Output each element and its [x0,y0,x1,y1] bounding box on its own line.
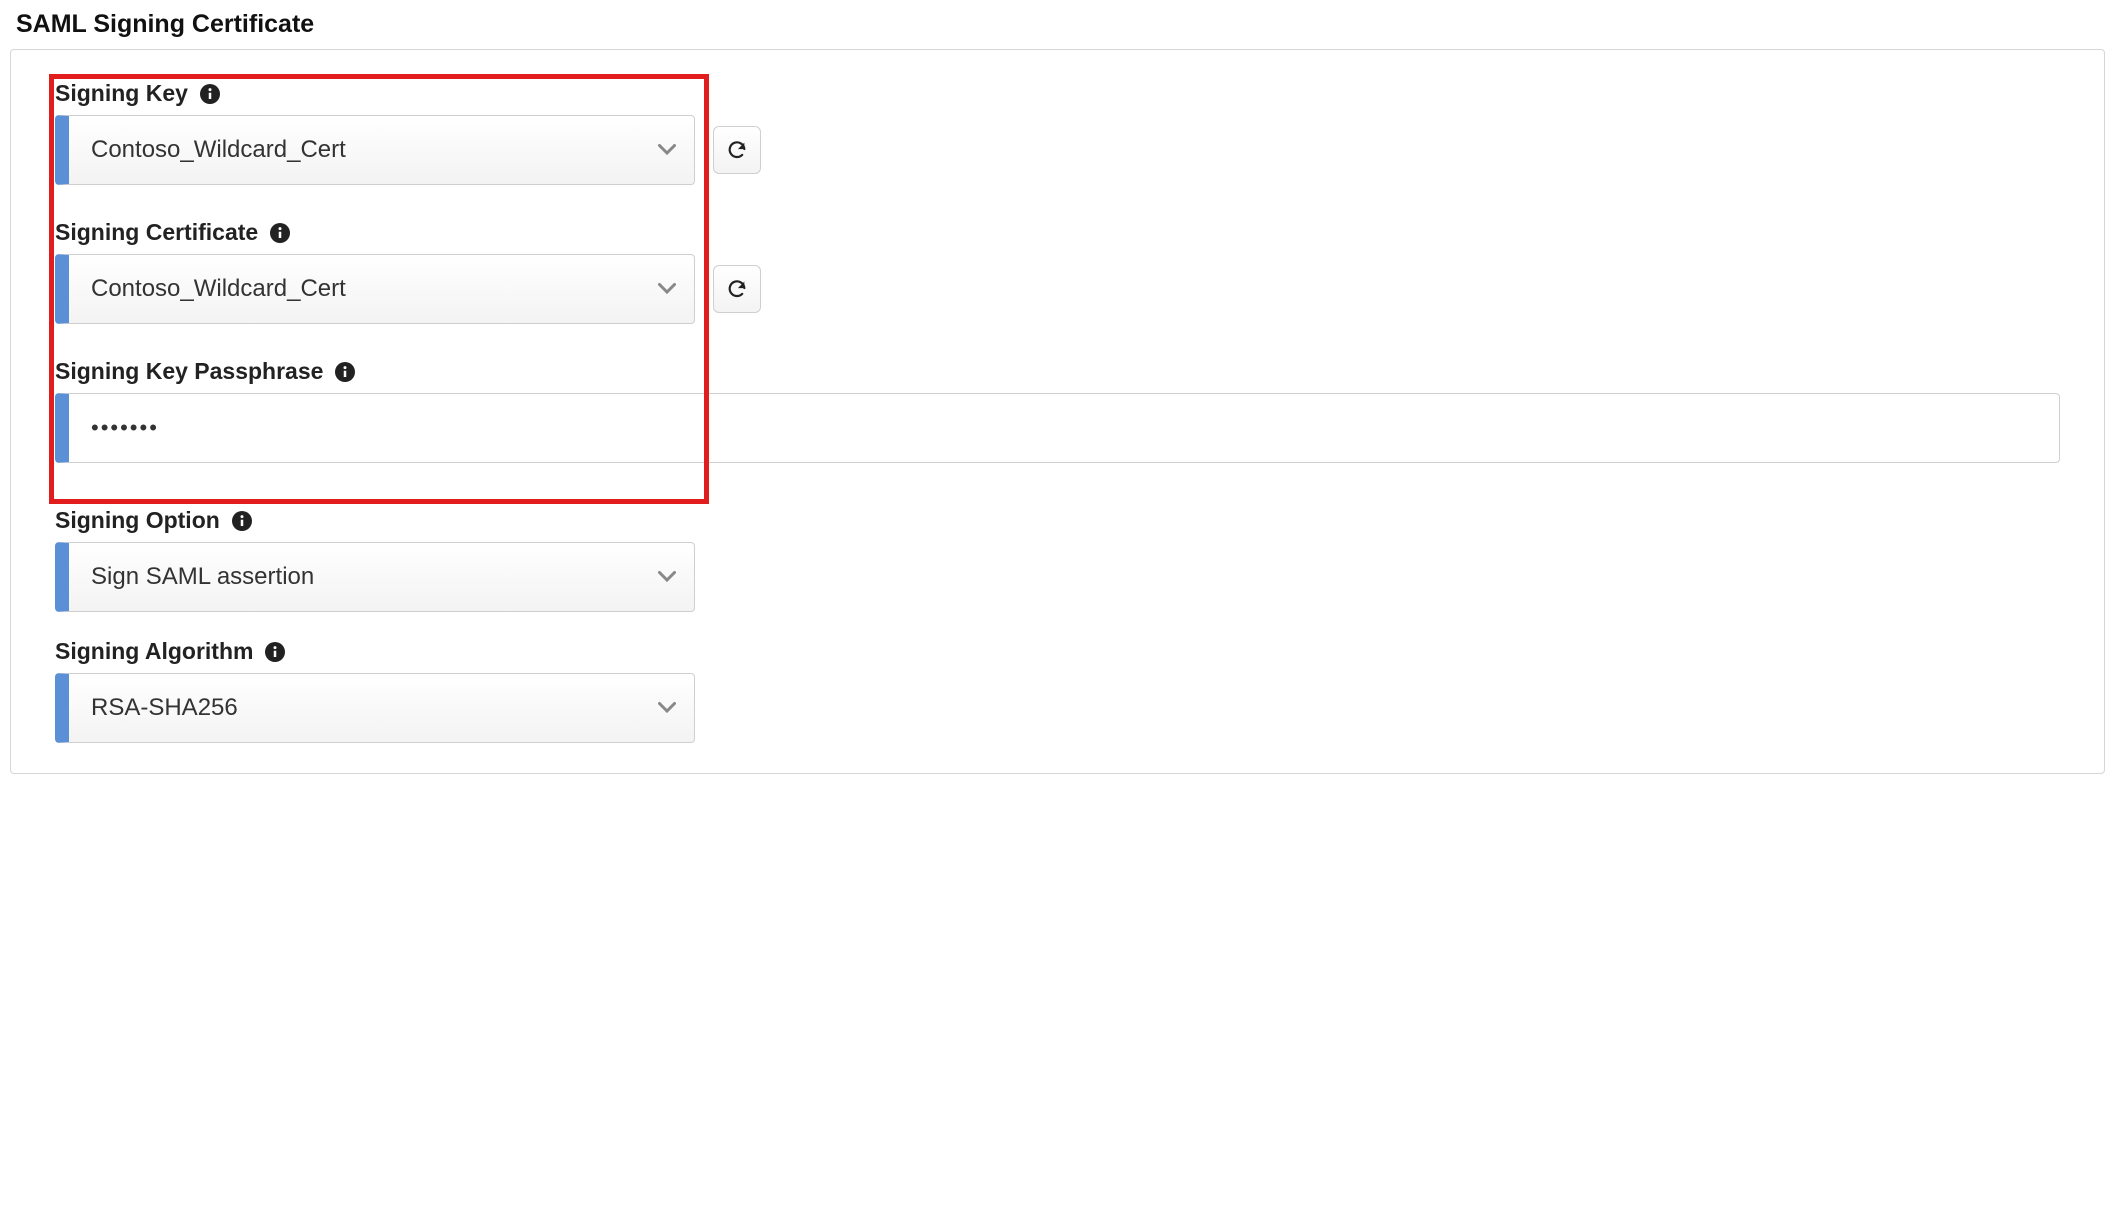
signing-algorithm-value: RSA-SHA256 [91,694,238,722]
saml-signing-certificate-panel: Signing Key Contoso_Wildcard_Cert [10,49,2105,774]
signing-key-passphrase-label-row: Signing Key Passphrase [55,358,2060,385]
signing-key-select[interactable]: Contoso_Wildcard_Cert [55,115,695,185]
signing-key-label-row: Signing Key [55,80,2060,107]
signing-key-refresh-button[interactable] [713,126,761,174]
signing-algorithm-label: Signing Algorithm [55,638,253,665]
signing-key-passphrase-group: Signing Key Passphrase ••••••• [55,358,2060,463]
info-icon[interactable] [335,362,355,382]
section-title: SAML Signing Certificate [16,10,314,39]
signing-certificate-label: Signing Certificate [55,219,258,246]
signing-algorithm-group: Signing Algorithm RSA-SHA256 [55,638,2060,743]
signing-algorithm-label-row: Signing Algorithm [55,638,2060,665]
signing-key-passphrase-input[interactable]: ••••••• [55,393,2060,463]
chevron-down-icon [658,568,676,586]
signing-algorithm-select[interactable]: RSA-SHA256 [55,673,695,743]
info-icon[interactable] [200,84,220,104]
section-header[interactable]: SAML Signing Certificate [10,10,2105,49]
signing-key-group: Signing Key Contoso_Wildcard_Cert [55,80,2060,185]
signing-certificate-group: Signing Certificate Contoso_Wildcard_Cer… [55,219,2060,324]
signing-key-label: Signing Key [55,80,188,107]
signing-option-label: Signing Option [55,507,220,534]
signing-key-passphrase-value: ••••••• [91,415,159,441]
signing-option-group: Signing Option Sign SAML assertion [55,507,2060,612]
refresh-icon [726,139,748,161]
chevron-down-icon [658,141,676,159]
signing-key-passphrase-label: Signing Key Passphrase [55,358,323,385]
signing-certificate-refresh-button[interactable] [713,265,761,313]
signing-option-label-row: Signing Option [55,507,2060,534]
signing-certificate-value: Contoso_Wildcard_Cert [91,275,346,303]
info-icon[interactable] [270,223,290,243]
signing-option-select[interactable]: Sign SAML assertion [55,542,695,612]
signing-certificate-select[interactable]: Contoso_Wildcard_Cert [55,254,695,324]
info-icon[interactable] [265,642,285,662]
chevron-down-icon [658,280,676,298]
signing-option-value: Sign SAML assertion [91,563,314,591]
chevron-down-icon [658,699,676,717]
info-icon[interactable] [232,511,252,531]
refresh-icon [726,278,748,300]
signing-certificate-label-row: Signing Certificate [55,219,2060,246]
signing-key-value: Contoso_Wildcard_Cert [91,136,346,164]
